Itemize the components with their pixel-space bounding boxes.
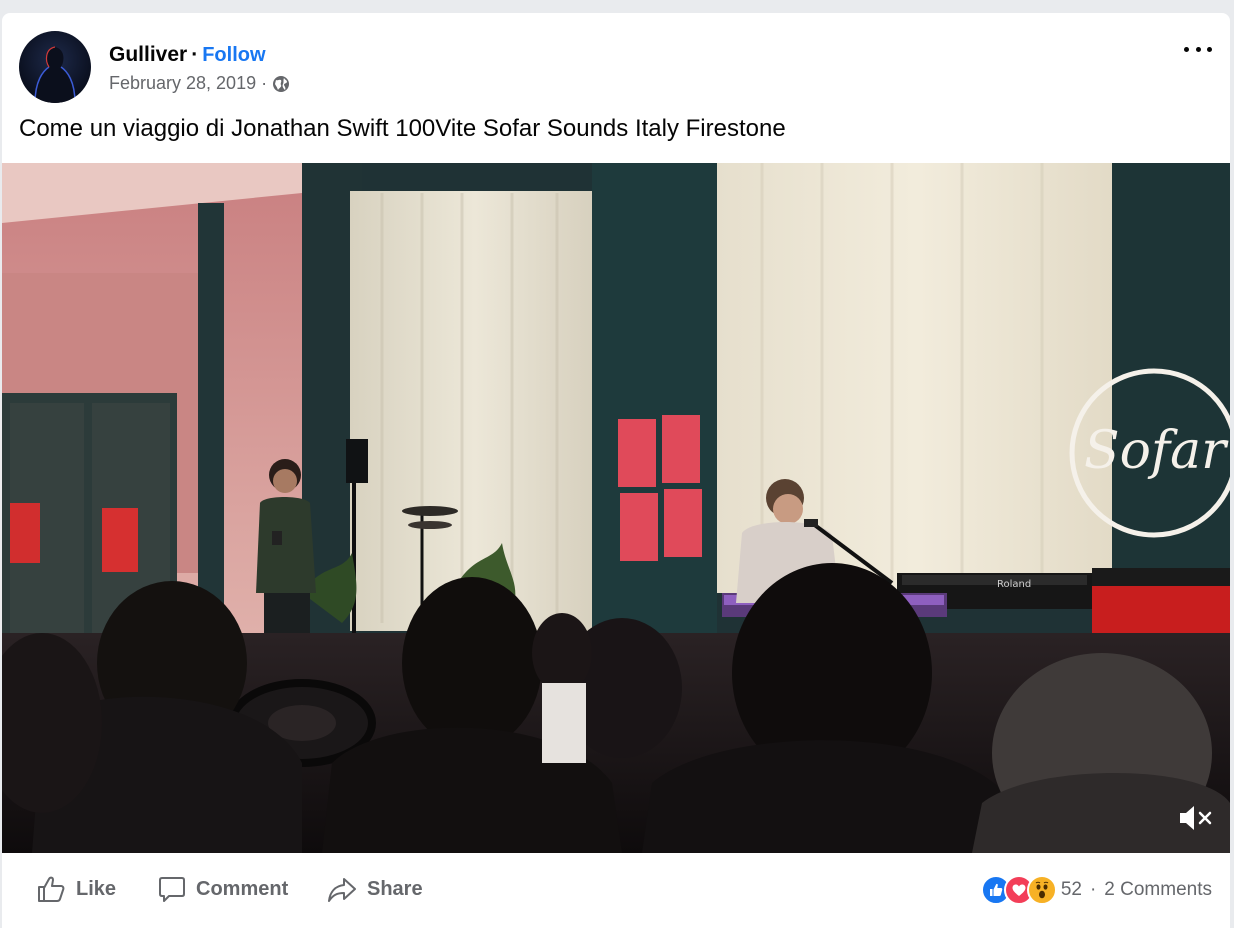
more-dot-icon	[1195, 46, 1201, 52]
globe-icon	[272, 75, 290, 93]
post-actions: Like Comment Share 52 · 2 Comments	[2, 853, 1230, 928]
avatar[interactable]	[19, 31, 91, 103]
avatar-image	[34, 46, 76, 103]
keyboard-brand-text: Roland	[997, 579, 1031, 590]
follow-button[interactable]: Follow	[202, 44, 265, 66]
reaction-count[interactable]: 52	[1061, 879, 1082, 901]
like-label: Like	[76, 877, 117, 900]
thumbs-up-icon	[38, 876, 65, 902]
more-options-button[interactable]	[1184, 39, 1212, 59]
author-line: Gulliver · Follow	[109, 43, 266, 67]
comment-button[interactable]: Comment	[158, 875, 288, 903]
mute-button[interactable]	[1178, 803, 1214, 833]
reaction-icons[interactable]	[980, 875, 1057, 905]
reactions-summary: 52 · 2 Comments	[980, 875, 1212, 905]
author-separator: ·	[191, 43, 199, 66]
like-button[interactable]: Like	[36, 875, 116, 903]
sofar-logo-text: Sofar	[1084, 421, 1229, 481]
post-card: Gulliver · Follow February 28, 2019 · Come…	[2, 13, 1230, 928]
video-player[interactable]: Sofar Roland	[2, 163, 1230, 853]
post-caption: Come un viaggio di Jonathan Swift 100Vit…	[19, 115, 786, 142]
comment-label: Comment	[196, 877, 289, 900]
post-meta: February 28, 2019 ·	[109, 73, 290, 94]
author-name[interactable]: Gulliver	[109, 43, 187, 66]
reactions-separator: ·	[1089, 879, 1097, 900]
wow-reaction-icon	[1026, 875, 1057, 905]
meta-separator: ·	[261, 73, 268, 93]
share-label: Share	[367, 877, 423, 900]
share-button[interactable]: Share	[327, 875, 423, 903]
video-frame: Sofar Roland	[2, 163, 1230, 853]
post-date[interactable]: February 28, 2019	[109, 73, 256, 94]
post-header: Gulliver · Follow February 28, 2019 ·	[2, 13, 1230, 113]
more-dot-icon	[1207, 46, 1212, 52]
more-dot-icon	[1184, 46, 1189, 52]
volume-muted-icon	[1180, 806, 1212, 830]
share-icon	[328, 878, 356, 902]
comments-count-link[interactable]: 2 Comments	[1104, 879, 1212, 901]
comment-icon	[159, 877, 185, 902]
